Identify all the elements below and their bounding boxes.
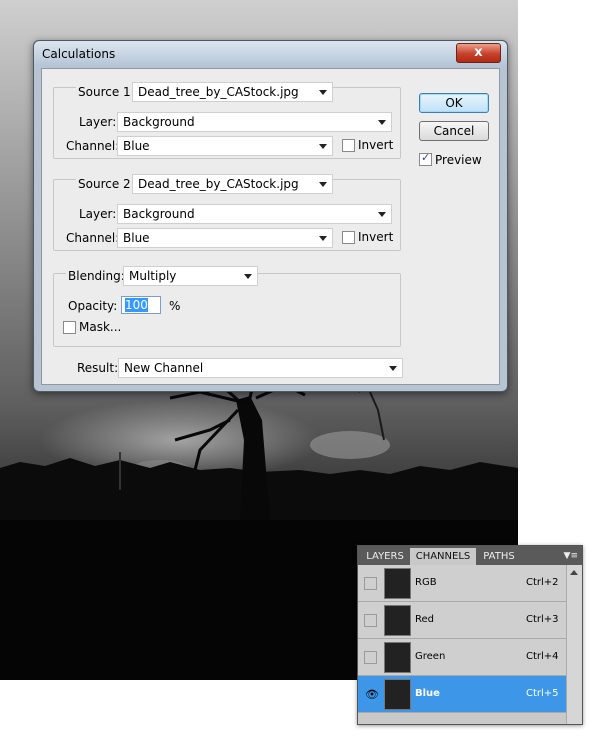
source2-layer-select[interactable]: Background (117, 204, 392, 224)
mask-label: Mask... (79, 320, 122, 334)
preview-checkbox[interactable] (419, 151, 432, 166)
ok-button-label: OK (445, 96, 463, 110)
result-select[interactable]: New Channel (118, 358, 403, 378)
source2-invert-checkbox[interactable] (342, 231, 355, 244)
channel-name: RGB (415, 577, 437, 588)
scroll-up-icon[interactable] (570, 570, 578, 575)
chevron-down-icon (244, 274, 252, 279)
source2-channel-select[interactable]: Blue (117, 228, 333, 248)
tab-layers-label: LAYERS (366, 551, 404, 562)
source2-layer-label: Layer: (79, 207, 117, 221)
blending-mode-select[interactable]: Multiply (123, 266, 258, 286)
blending-label: Blending: (66, 269, 127, 283)
tab-paths-label: PATHS (483, 551, 515, 562)
channel-shortcut: Ctrl+5 (526, 688, 559, 699)
source1-layer-select[interactable]: Background (117, 112, 392, 132)
chevron-down-icon (319, 144, 327, 149)
visibility-toggle[interactable] (364, 651, 377, 664)
visibility-toggle[interactable] (364, 577, 377, 590)
cancel-button[interactable]: Cancel (419, 121, 489, 141)
channel-shortcut: Ctrl+2 (526, 577, 559, 588)
channel-shortcut: Ctrl+3 (526, 614, 559, 625)
source1-file-value: Dead_tree_by_CAStock.jpg (138, 85, 299, 99)
chevron-down-icon (319, 236, 327, 241)
source2-invert-label: Invert (358, 230, 394, 244)
channel-row-red[interactable]: Red Ctrl+3 (358, 602, 566, 639)
result-value: New Channel (124, 361, 204, 375)
source1-channel-value: Blue (123, 139, 150, 153)
channel-thumbnail (384, 642, 411, 673)
chevron-down-icon (378, 120, 386, 125)
channel-row-blue[interactable]: 👁 Blue Ctrl+5 (358, 676, 566, 713)
channel-row-rgb[interactable]: RGB Ctrl+2 (358, 565, 566, 602)
preview-label: Preview (435, 153, 482, 167)
source2-label: Source 2: (76, 177, 137, 191)
visibility-toggle[interactable] (364, 614, 377, 627)
cancel-button-label: Cancel (433, 124, 475, 138)
source2-file-select[interactable]: Dead_tree_by_CAStock.jpg (132, 174, 333, 194)
channel-name: Green (415, 651, 446, 662)
channel-thumbnail (384, 679, 411, 710)
dialog-title: Calculations (42, 47, 116, 61)
dialog-client: Source 1: Dead_tree_by_CAStock.jpg Layer… (41, 68, 500, 385)
channel-name: Red (415, 614, 434, 625)
dialog-titlebar[interactable]: Calculations x (34, 41, 507, 67)
tab-layers[interactable]: LAYERS (362, 548, 408, 565)
close-button[interactable]: x (456, 43, 501, 63)
channel-row-green[interactable]: Green Ctrl+4 (358, 639, 566, 676)
ok-button[interactable]: OK (419, 93, 489, 113)
channel-thumbnail (384, 568, 411, 599)
source1-channel-label: Channel: (66, 139, 120, 153)
eye-icon[interactable]: 👁 (365, 688, 379, 701)
opacity-unit: % (169, 299, 181, 313)
tab-paths[interactable]: PATHS (478, 548, 520, 565)
close-icon: x (474, 45, 483, 60)
chevron-down-icon (319, 182, 327, 187)
source1-layer-value: Background (123, 115, 195, 129)
source1-invert-label: Invert (358, 138, 394, 152)
source1-layer-label: Layer: (79, 115, 117, 129)
panel-menu-icon[interactable]: ▼≡ (564, 551, 578, 561)
channel-thumbnail (384, 605, 411, 636)
chevron-down-icon (378, 212, 386, 217)
source2-layer-value: Background (123, 207, 195, 221)
channel-shortcut: Ctrl+4 (526, 651, 559, 662)
source1-invert-checkbox[interactable] (342, 139, 355, 152)
source2-channel-label: Channel: (66, 231, 120, 245)
chevron-down-icon (319, 90, 327, 95)
opacity-value: 100 (125, 298, 148, 312)
tab-channels-label: CHANNELS (415, 551, 471, 562)
source1-label: Source 1: (76, 85, 137, 99)
blending-mode-value: Multiply (129, 269, 177, 283)
calculations-dialog: Calculations x Source 1: Dead_tree_by_CA… (33, 40, 508, 392)
source2-file-value: Dead_tree_by_CAStock.jpg (138, 177, 299, 191)
opacity-input[interactable]: 100 (121, 296, 161, 314)
channels-panel: LAYERS CHANNELS PATHS ▼≡ RGB Ctrl+2 Red … (357, 545, 583, 725)
channel-name: Blue (415, 688, 440, 699)
panel-scrollbar[interactable] (566, 565, 582, 724)
panel-tabs: LAYERS CHANNELS PATHS ▼≡ (358, 546, 582, 565)
tab-channels[interactable]: CHANNELS (410, 548, 476, 565)
opacity-label: Opacity: (68, 299, 118, 313)
mask-checkbox[interactable] (63, 321, 76, 334)
source1-channel-select[interactable]: Blue (117, 136, 333, 156)
source1-file-select[interactable]: Dead_tree_by_CAStock.jpg (132, 82, 333, 102)
source2-channel-value: Blue (123, 231, 150, 245)
result-label: Result: (77, 361, 119, 375)
chevron-down-icon (389, 366, 397, 371)
